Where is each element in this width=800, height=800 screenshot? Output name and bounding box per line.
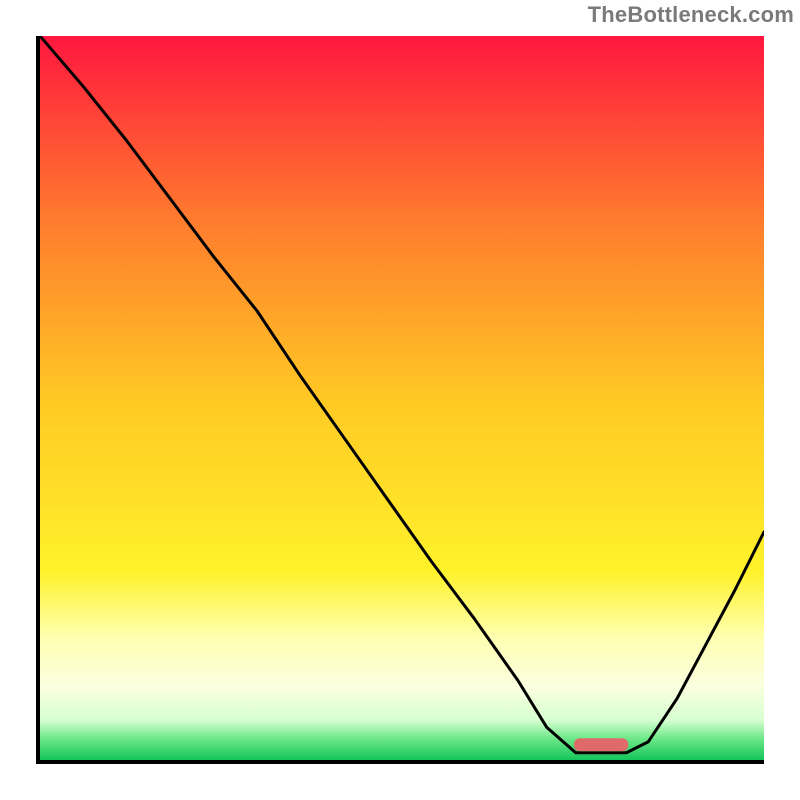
watermark-text: TheBottleneck.com bbox=[588, 2, 794, 28]
chart-svg bbox=[40, 36, 764, 760]
target-band-marker bbox=[574, 738, 628, 751]
gradient-background bbox=[40, 36, 764, 760]
plot-area bbox=[36, 36, 764, 764]
